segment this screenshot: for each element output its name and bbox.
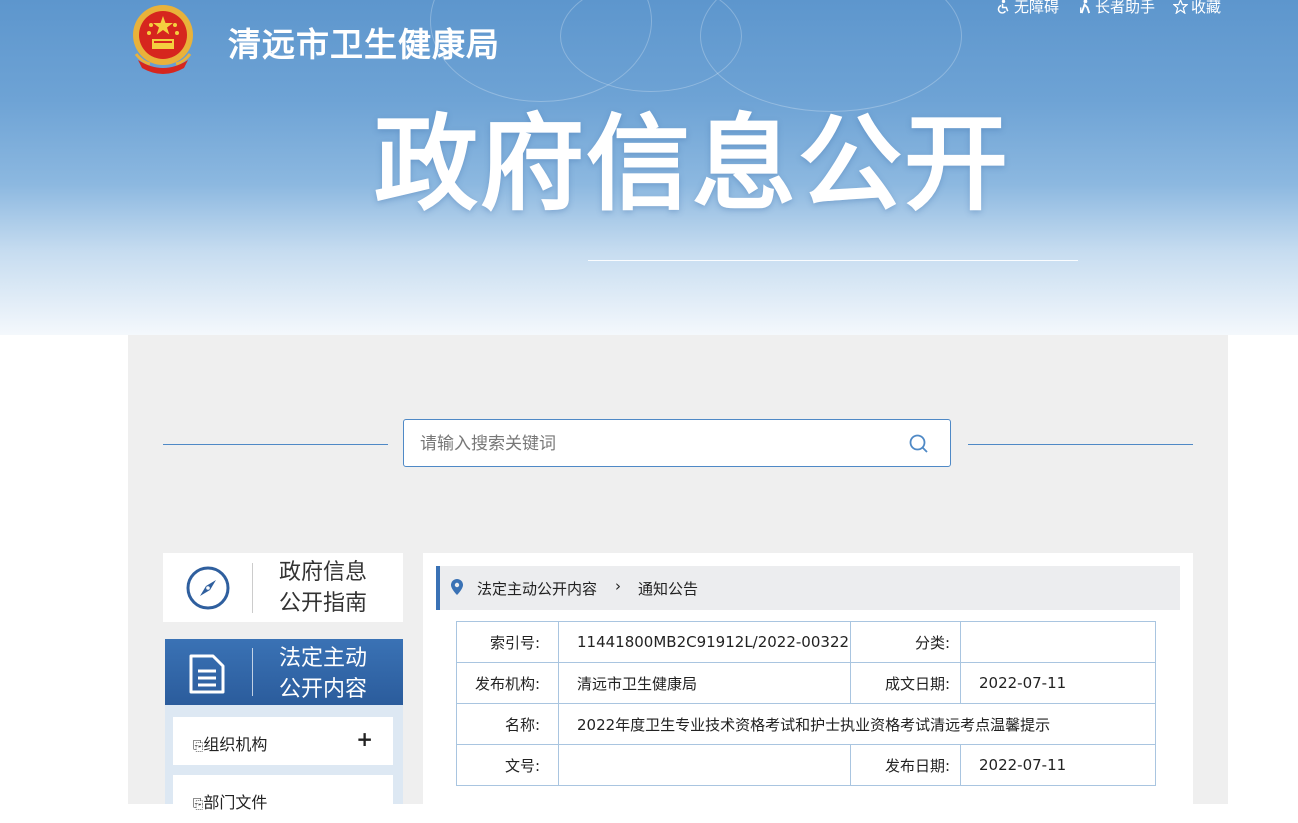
doc-number-label: 文号:: [456, 744, 559, 786]
name-label: 名称:: [456, 703, 559, 745]
copy-icon: ⎘: [193, 739, 204, 754]
compass-icon: [186, 566, 230, 610]
search-decor-line-left: [163, 444, 388, 445]
accessibility-link[interactable]: 无障碍: [996, 0, 1059, 17]
main-panel: 政府信息 公开指南 法定主动 公开内容 ⎘组织机构 + ⎘部门文件 法定主动公开…: [128, 335, 1228, 823]
top-links: 无障碍 长者助手 收藏: [996, 0, 1221, 17]
sidebar-item-disclosure-guide[interactable]: 政府信息 公开指南: [163, 553, 403, 622]
statutory-label-line1: 法定主动: [279, 646, 368, 671]
favorite-link[interactable]: 收藏: [1173, 0, 1221, 17]
sidebar-item-label: ⎘组织机构: [193, 735, 268, 754]
favorite-label: 收藏: [1191, 0, 1222, 16]
expand-plus-icon[interactable]: +: [356, 727, 373, 751]
location-pin-icon: [451, 579, 463, 595]
divider: [252, 563, 253, 613]
wheelchair-icon: [997, 0, 1009, 14]
created-date-value: 2022-07-11: [960, 662, 1156, 704]
page-heading: 政府信息公开: [374, 103, 1011, 225]
table-row: 发布机构: 清远市卫生健康局 成文日期: 2022-07-11: [456, 662, 1156, 704]
name-value: 2022年度卫生专业技术资格考试和护士执业资格考试清远考点温馨提示: [558, 703, 1156, 745]
table-row: 文号: 发布日期: 2022-07-11: [456, 744, 1156, 786]
document-meta-table: 索引号: 11441800MB2C91912L/2022-00322 分类: 发…: [456, 621, 1156, 786]
breadcrumb: 法定主动公开内容 › 通知公告: [436, 566, 1180, 610]
publisher-label: 发布机构:: [456, 662, 559, 704]
sidebar-item-statutory-disclosure[interactable]: 法定主动 公开内容: [165, 639, 403, 705]
table-row: 名称: 2022年度卫生专业技术资格考试和护士执业资格考试清远考点温馨提示: [456, 703, 1156, 745]
decorative-pattern: [700, 0, 962, 112]
chevron-right-icon: ›: [615, 577, 621, 595]
breadcrumb-level2[interactable]: 通知公告: [638, 578, 698, 599]
index-value: 11441800MB2C91912L/2022-00322: [558, 621, 851, 663]
copy-icon: ⎘: [193, 797, 204, 812]
search-icon[interactable]: [908, 433, 930, 455]
published-date-value: 2022-07-11: [960, 744, 1156, 786]
sidebar-submenu: ⎘组织机构 + ⎘部门文件: [165, 705, 403, 823]
sidebar-item-department-documents[interactable]: ⎘部门文件: [173, 775, 393, 823]
table-row: 索引号: 11441800MB2C91912L/2022-00322 分类:: [456, 621, 1156, 663]
star-icon: [1173, 0, 1189, 14]
search-decor-line-right: [968, 444, 1193, 445]
statutory-label: 法定主动 公开内容: [279, 643, 399, 705]
elder-icon: [1080, 0, 1091, 14]
published-date-label: 发布日期:: [850, 744, 961, 786]
sidebar-item-organization[interactable]: ⎘组织机构 +: [173, 717, 393, 765]
doc-number-value: [558, 744, 851, 786]
accessibility-label: 无障碍: [1014, 0, 1060, 16]
guide-label-line2: 公开指南: [279, 591, 368, 616]
guide-label: 政府信息 公开指南: [279, 557, 399, 619]
header-banner: 清远市卫生健康局 无障碍 长者助手 收藏 政府信息公开: [0, 0, 1298, 335]
category-value: [960, 621, 1156, 663]
search-input[interactable]: [418, 420, 892, 468]
created-date-label: 成文日期:: [850, 662, 961, 704]
heading-divider: [588, 260, 1078, 261]
search-box: [403, 419, 951, 468]
guide-label-line1: 政府信息: [279, 560, 368, 585]
category-label: 分类:: [850, 621, 961, 663]
national-emblem-icon: [133, 5, 193, 74]
breadcrumb-level1[interactable]: 法定主动公开内容: [477, 578, 597, 599]
divider: [252, 648, 253, 696]
index-label: 索引号:: [456, 621, 559, 663]
content-area: 法定主动公开内容 › 通知公告 索引号: 11441800MB2C91912L/…: [423, 553, 1193, 804]
statutory-label-line2: 公开内容: [279, 677, 368, 702]
sidebar-item-label: ⎘部门文件: [193, 793, 268, 812]
elder-assistant-link[interactable]: 长者助手: [1077, 0, 1155, 17]
elder-assistant-label: 长者助手: [1095, 0, 1156, 16]
site-title[interactable]: 清远市卫生健康局: [228, 18, 500, 66]
publisher-value: 清远市卫生健康局: [558, 662, 851, 704]
document-icon: [189, 654, 225, 694]
